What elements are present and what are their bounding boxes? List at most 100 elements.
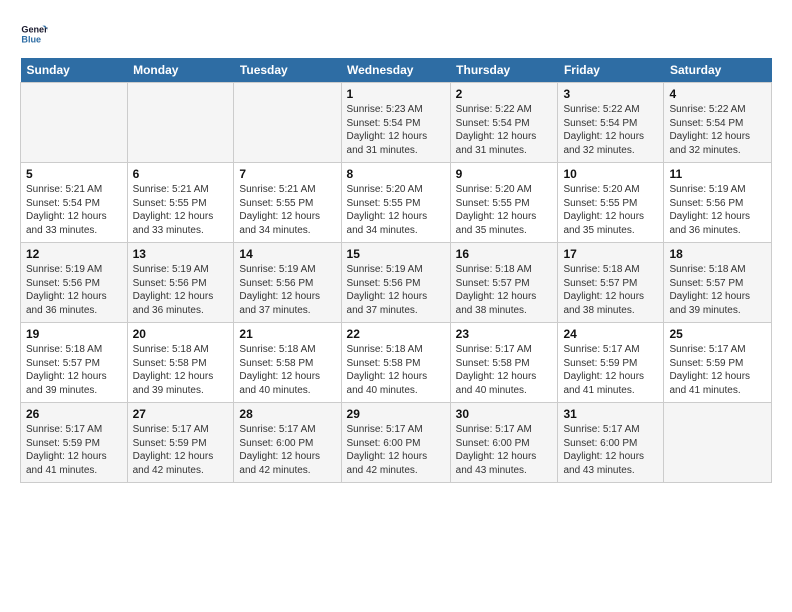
day-number: 21 <box>239 327 335 341</box>
day-info: Sunrise: 5:19 AM Sunset: 5:56 PM Dayligh… <box>239 263 335 317</box>
calendar-week-row: 1 Sunrise: 5:23 AM Sunset: 5:54 PM Daylig… <box>21 83 772 163</box>
day-info: Sunrise: 5:22 AM Sunset: 5:54 PM Dayligh… <box>563 103 658 157</box>
day-number: 3 <box>563 87 658 101</box>
day-info: Sunrise: 5:21 AM Sunset: 5:54 PM Dayligh… <box>26 183 122 237</box>
day-info: Sunrise: 5:19 AM Sunset: 5:56 PM Dayligh… <box>669 183 766 237</box>
day-info: Sunrise: 5:21 AM Sunset: 5:55 PM Dayligh… <box>133 183 229 237</box>
calendar-cell: 8Sunrise: 5:20 AM Sunset: 5:55 PM Daylig… <box>341 163 450 243</box>
calendar-week-row: 19 Sunrise: 5:18 AM Sunset: 5:57 PM Dayli… <box>21 323 772 403</box>
day-number: 28 <box>239 407 335 421</box>
weekday-header: Thursday <box>450 58 558 83</box>
day-number: 19 <box>26 327 122 341</box>
calendar-cell: 6 Sunrise: 5:21 AM Sunset: 5:55 PM Daylig… <box>127 163 234 243</box>
day-info: Sunrise: 5:17 AM Sunset: 5:58 PM Dayligh… <box>456 343 553 397</box>
day-number: 24 <box>563 327 658 341</box>
day-number: 16 <box>456 247 553 261</box>
calendar-cell: 7 Sunrise: 5:21 AM Sunset: 5:55 PM Daylig… <box>234 163 341 243</box>
calendar-cell: 14 Sunrise: 5:19 AM Sunset: 5:56 PM Dayli… <box>234 243 341 323</box>
day-number: 29 <box>347 407 445 421</box>
calendar-cell <box>664 403 772 483</box>
day-number: 27 <box>133 407 229 421</box>
day-number: 7 <box>239 167 335 181</box>
weekday-header: Sunday <box>21 58 128 83</box>
day-number: 5 <box>26 167 122 181</box>
day-info: Sunrise: 5:17 AM Sunset: 5:59 PM Dayligh… <box>669 343 766 397</box>
weekday-header-row: SundayMondayTuesdayWednesdayThursdayFrid… <box>21 58 772 83</box>
calendar-week-row: 12 Sunrise: 5:19 AM Sunset: 5:56 PM Dayli… <box>21 243 772 323</box>
calendar-cell <box>127 83 234 163</box>
day-info: Sunrise: 5:22 AM Sunset: 5:54 PM Dayligh… <box>456 103 553 157</box>
calendar-cell: 24 Sunrise: 5:17 AM Sunset: 5:59 PM Dayli… <box>558 323 664 403</box>
calendar-cell: 31 Sunrise: 5:17 AM Sunset: 6:00 PM Dayli… <box>558 403 664 483</box>
day-number: 31 <box>563 407 658 421</box>
calendar-cell: 12 Sunrise: 5:19 AM Sunset: 5:56 PM Dayli… <box>21 243 128 323</box>
calendar-cell: 30Sunrise: 5:17 AM Sunset: 6:00 PM Dayli… <box>450 403 558 483</box>
calendar-cell: 4Sunrise: 5:22 AM Sunset: 5:54 PM Daylig… <box>664 83 772 163</box>
day-info: Sunrise: 5:23 AM Sunset: 5:54 PM Dayligh… <box>347 103 445 157</box>
day-info: Sunrise: 5:17 AM Sunset: 6:00 PM Dayligh… <box>347 423 445 477</box>
calendar-cell: 15Sunrise: 5:19 AM Sunset: 5:56 PM Dayli… <box>341 243 450 323</box>
calendar-cell: 1 Sunrise: 5:23 AM Sunset: 5:54 PM Daylig… <box>341 83 450 163</box>
calendar-week-row: 5 Sunrise: 5:21 AM Sunset: 5:54 PM Daylig… <box>21 163 772 243</box>
day-number: 22 <box>347 327 445 341</box>
calendar-cell: 27Sunrise: 5:17 AM Sunset: 5:59 PM Dayli… <box>127 403 234 483</box>
day-info: Sunrise: 5:21 AM Sunset: 5:55 PM Dayligh… <box>239 183 335 237</box>
day-number: 30 <box>456 407 553 421</box>
day-info: Sunrise: 5:17 AM Sunset: 5:59 PM Dayligh… <box>26 423 122 477</box>
day-info: Sunrise: 5:18 AM Sunset: 5:57 PM Dayligh… <box>456 263 553 317</box>
logo-icon: General Blue <box>20 20 48 48</box>
day-number: 10 <box>563 167 658 181</box>
day-number: 9 <box>456 167 553 181</box>
calendar-cell: 17 Sunrise: 5:18 AM Sunset: 5:57 PM Dayli… <box>558 243 664 323</box>
calendar-cell: 10 Sunrise: 5:20 AM Sunset: 5:55 PM Dayli… <box>558 163 664 243</box>
calendar-cell <box>21 83 128 163</box>
day-number: 14 <box>239 247 335 261</box>
calendar-cell: 26 Sunrise: 5:17 AM Sunset: 5:59 PM Dayli… <box>21 403 128 483</box>
calendar-cell: 2 Sunrise: 5:22 AM Sunset: 5:54 PM Daylig… <box>450 83 558 163</box>
day-info: Sunrise: 5:17 AM Sunset: 5:59 PM Dayligh… <box>563 343 658 397</box>
weekday-header: Saturday <box>664 58 772 83</box>
logo: General Blue <box>20 20 52 48</box>
day-number: 12 <box>26 247 122 261</box>
day-number: 6 <box>133 167 229 181</box>
weekday-header: Wednesday <box>341 58 450 83</box>
day-info: Sunrise: 5:17 AM Sunset: 6:00 PM Dayligh… <box>563 423 658 477</box>
day-info: Sunrise: 5:20 AM Sunset: 5:55 PM Dayligh… <box>563 183 658 237</box>
day-info: Sunrise: 5:18 AM Sunset: 5:57 PM Dayligh… <box>563 263 658 317</box>
calendar-cell: 20 Sunrise: 5:18 AM Sunset: 5:58 PM Dayli… <box>127 323 234 403</box>
page-header: General Blue <box>20 20 772 48</box>
day-number: 20 <box>133 327 229 341</box>
calendar-cell: 23Sunrise: 5:17 AM Sunset: 5:58 PM Dayli… <box>450 323 558 403</box>
svg-text:Blue: Blue <box>21 34 41 44</box>
calendar-cell: 25 Sunrise: 5:17 AM Sunset: 5:59 PM Dayli… <box>664 323 772 403</box>
day-number: 1 <box>347 87 445 101</box>
day-number: 8 <box>347 167 445 181</box>
day-info: Sunrise: 5:19 AM Sunset: 5:56 PM Dayligh… <box>133 263 229 317</box>
weekday-header: Friday <box>558 58 664 83</box>
weekday-header: Monday <box>127 58 234 83</box>
calendar-cell <box>234 83 341 163</box>
calendar-cell: 9 Sunrise: 5:20 AM Sunset: 5:55 PM Daylig… <box>450 163 558 243</box>
calendar-cell: 13 Sunrise: 5:19 AM Sunset: 5:56 PM Dayli… <box>127 243 234 323</box>
day-info: Sunrise: 5:18 AM Sunset: 5:58 PM Dayligh… <box>347 343 445 397</box>
day-number: 25 <box>669 327 766 341</box>
calendar-cell: 19 Sunrise: 5:18 AM Sunset: 5:57 PM Dayli… <box>21 323 128 403</box>
calendar-cell: 21Sunrise: 5:18 AM Sunset: 5:58 PM Dayli… <box>234 323 341 403</box>
day-number: 2 <box>456 87 553 101</box>
calendar-table: SundayMondayTuesdayWednesdayThursdayFrid… <box>20 58 772 483</box>
day-info: Sunrise: 5:22 AM Sunset: 5:54 PM Dayligh… <box>669 103 766 157</box>
calendar-cell: 3 Sunrise: 5:22 AM Sunset: 5:54 PM Daylig… <box>558 83 664 163</box>
day-info: Sunrise: 5:18 AM Sunset: 5:57 PM Dayligh… <box>669 263 766 317</box>
calendar-cell: 18 Sunrise: 5:18 AM Sunset: 5:57 PM Dayli… <box>664 243 772 323</box>
calendar-cell: 5 Sunrise: 5:21 AM Sunset: 5:54 PM Daylig… <box>21 163 128 243</box>
day-number: 18 <box>669 247 766 261</box>
day-info: Sunrise: 5:18 AM Sunset: 5:58 PM Dayligh… <box>133 343 229 397</box>
day-number: 26 <box>26 407 122 421</box>
day-info: Sunrise: 5:20 AM Sunset: 5:55 PM Dayligh… <box>456 183 553 237</box>
day-info: Sunrise: 5:19 AM Sunset: 5:56 PM Dayligh… <box>347 263 445 317</box>
day-number: 17 <box>563 247 658 261</box>
day-info: Sunrise: 5:18 AM Sunset: 5:57 PM Dayligh… <box>26 343 122 397</box>
day-number: 13 <box>133 247 229 261</box>
calendar-cell: 29 Sunrise: 5:17 AM Sunset: 6:00 PM Dayli… <box>341 403 450 483</box>
day-info: Sunrise: 5:19 AM Sunset: 5:56 PM Dayligh… <box>26 263 122 317</box>
